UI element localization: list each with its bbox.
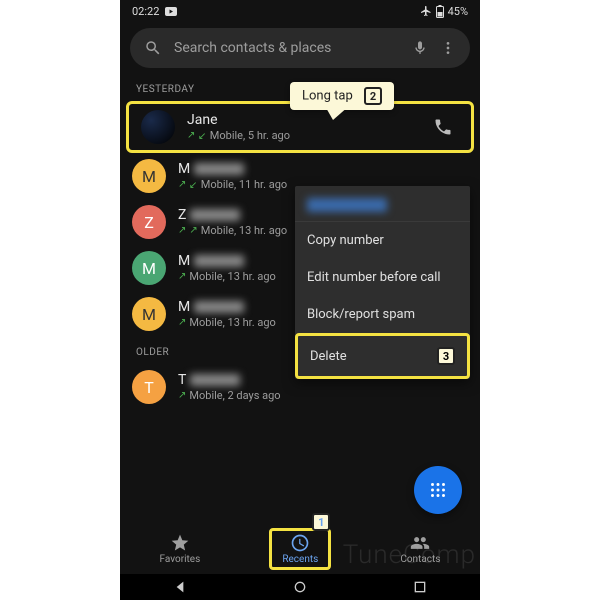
home-button[interactable] xyxy=(292,579,308,595)
youtube-icon xyxy=(165,7,177,16)
phone-screen: 02:22 45% Search contacts & places Lo xyxy=(120,0,480,600)
avatar: M xyxy=(132,297,166,331)
badge-3: 3 xyxy=(437,347,455,365)
status-bar: 02:22 45% xyxy=(120,0,480,22)
search-bar[interactable]: Search contacts & places xyxy=(130,28,470,68)
menu-block[interactable]: Block/report spam xyxy=(295,296,470,333)
avatar: M xyxy=(132,159,166,193)
airplane-icon xyxy=(420,5,432,17)
badge-2: 2 xyxy=(364,87,382,105)
nav-favorites[interactable]: Favorites xyxy=(150,531,211,567)
call-name: Jane xyxy=(187,112,415,129)
dialpad-fab[interactable] xyxy=(414,466,462,514)
call-sub: ↗↗ Mobile, 5 hr. ago xyxy=(187,129,415,142)
search-icon xyxy=(144,39,162,57)
menu-number xyxy=(295,186,470,222)
menu-edit[interactable]: Edit number before call xyxy=(295,259,470,296)
call-icon[interactable] xyxy=(427,117,459,137)
search-placeholder: Search contacts & places xyxy=(174,40,400,56)
call-sub: ↗ Mobile, 2 days ago xyxy=(178,389,468,402)
nav-contacts[interactable]: Contacts xyxy=(390,531,450,567)
call-name: M xyxy=(178,161,468,178)
mic-icon[interactable] xyxy=(412,40,428,56)
tooltip-longtap: Long tap 2 xyxy=(290,82,394,110)
bottom-nav: Favorites 1 Recents Contacts xyxy=(120,524,480,574)
system-nav xyxy=(120,574,480,600)
menu-delete[interactable]: Delete 3 xyxy=(295,333,470,379)
badge-1: 1 xyxy=(312,513,330,531)
status-time: 02:22 xyxy=(132,5,159,18)
avatar: Z xyxy=(132,205,166,239)
battery-text: 45% xyxy=(448,5,468,18)
more-icon[interactable] xyxy=(440,40,456,56)
avatar xyxy=(141,110,175,144)
avatar: T xyxy=(132,370,166,404)
avatar: M xyxy=(132,251,166,285)
context-menu: Copy number Edit number before call Bloc… xyxy=(295,186,470,379)
battery-icon xyxy=(436,5,444,18)
back-button[interactable] xyxy=(172,579,188,595)
menu-copy[interactable]: Copy number xyxy=(295,222,470,259)
nav-recents[interactable]: 1 Recents xyxy=(269,528,331,570)
recents-button[interactable] xyxy=(412,579,428,595)
